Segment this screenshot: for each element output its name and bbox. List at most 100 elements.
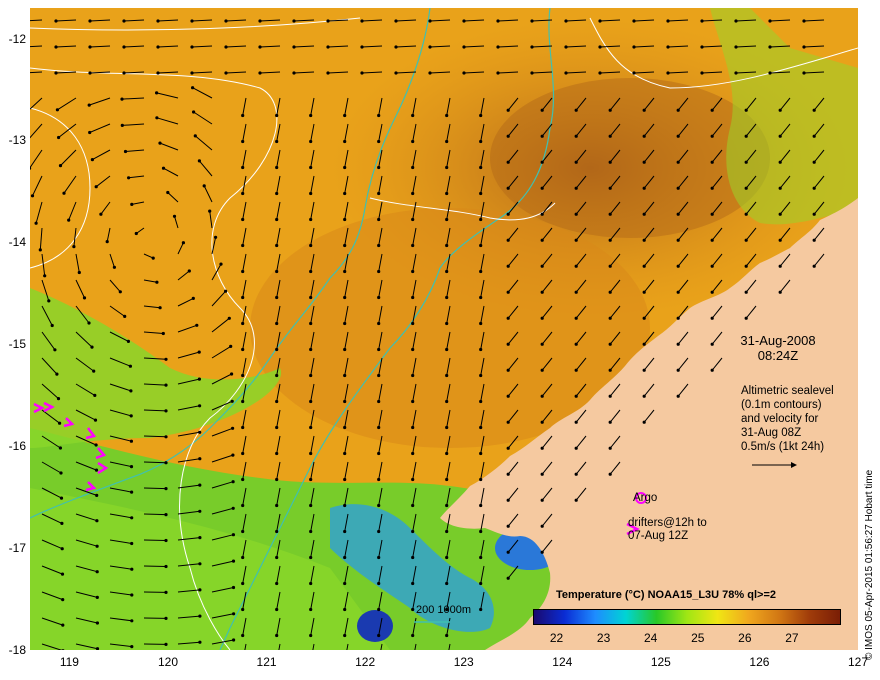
- velocity-arrow-head: [768, 45, 772, 49]
- velocity-arrow-head: [377, 581, 381, 586]
- sst-map: [30, 8, 858, 650]
- velocity-arrow-head: [632, 45, 636, 49]
- velocity-arrow-head: [574, 368, 578, 372]
- velocity-arrow-head: [231, 426, 235, 430]
- velocity-arrow-head: [309, 607, 313, 612]
- velocity-arrow-head: [778, 134, 782, 138]
- velocity-arrow-head: [411, 269, 415, 274]
- velocity-arrow-head: [479, 451, 483, 456]
- velocity-arrow-head: [642, 264, 646, 268]
- velocity-arrow-head: [95, 595, 99, 600]
- velocity-arrow-head: [158, 141, 162, 145]
- velocity-arrow-head: [608, 186, 612, 190]
- velocity-arrow-head: [56, 397, 61, 401]
- info-line: 0.5m/s (1kt 24h): [741, 441, 825, 453]
- cold-water-corner: [357, 610, 393, 642]
- velocity-arrow-head: [676, 290, 680, 294]
- velocity-arrow-head: [540, 238, 544, 242]
- velocity-arrow-head: [61, 623, 65, 627]
- velocity-arrow-head: [197, 159, 201, 163]
- latitude-tick: -13: [8, 133, 26, 148]
- velocity-arrow-head: [598, 45, 602, 49]
- velocity-arrow-head: [506, 134, 510, 138]
- velocity-arrow-head: [642, 368, 646, 372]
- velocity-arrow-head: [506, 524, 510, 528]
- velocity-arrow-head: [309, 399, 313, 404]
- velocity-arrow-head: [608, 264, 612, 268]
- velocity-arrow-head: [87, 321, 91, 325]
- velocity-arrow-head: [309, 555, 313, 560]
- velocity-arrow-head: [574, 238, 578, 242]
- velocity-arrow-head: [67, 218, 71, 222]
- velocity-arrow-head: [130, 567, 134, 571]
- colorbar-tick: 25: [691, 631, 705, 645]
- velocity-arrow-head: [812, 264, 816, 268]
- velocity-arrow-head: [241, 191, 245, 196]
- velocity-arrow-head: [676, 394, 680, 398]
- velocity-arrow-head: [540, 550, 544, 554]
- info-line: 31-Aug 08Z: [741, 427, 802, 439]
- velocity-arrow-head: [445, 633, 449, 638]
- velocity-arrow-head: [87, 103, 91, 107]
- velocity-arrow-head: [224, 289, 228, 293]
- velocity-arrow-head: [540, 160, 544, 164]
- velocity-arrow-head: [195, 323, 199, 327]
- velocity-arrow-head: [377, 191, 381, 196]
- velocity-arrow-head: [38, 248, 42, 252]
- colorbar-title: Temperature (°C) NOAA15_L3U 78% ql>=2: [556, 589, 776, 601]
- velocity-arrow-head: [479, 347, 483, 352]
- velocity-arrow-head: [411, 399, 415, 404]
- velocity-arrow-head: [744, 186, 748, 190]
- velocity-arrow: [143, 461, 167, 464]
- velocity-arrow-head: [88, 71, 92, 75]
- velocity-arrow-head: [275, 373, 279, 378]
- velocity-arrow-head: [258, 19, 262, 23]
- velocity-arrow-head: [275, 217, 279, 222]
- velocity-arrow-head: [95, 493, 99, 497]
- velocity-arrow-head: [309, 477, 313, 482]
- velocity-arrow-head: [642, 342, 646, 346]
- info-line: Altimetric sealevel: [741, 385, 834, 397]
- copyright-text: © IMOS 05-Apr-2015 01:56:27 Hobart time: [864, 469, 875, 660]
- map-area[interactable]: [30, 8, 858, 650]
- velocity-arrow-head: [445, 113, 449, 118]
- velocity-arrow-head: [94, 443, 98, 447]
- velocity-arrow-head: [343, 321, 347, 326]
- velocity-arrow-head: [506, 160, 510, 164]
- velocity-arrow-head: [126, 339, 130, 343]
- velocity-arrow-head: [411, 607, 415, 612]
- velocity-arrow-head: [744, 108, 748, 112]
- velocity-arrow-head: [676, 342, 680, 346]
- velocity-arrow-head: [411, 191, 415, 196]
- velocity-arrow-head: [377, 217, 381, 222]
- velocity-arrow-head: [164, 590, 168, 595]
- velocity-arrow-head: [198, 640, 202, 644]
- velocity-arrow-head: [479, 165, 483, 170]
- velocity-arrow-head: [343, 191, 347, 196]
- velocity-arrow-head: [411, 451, 415, 456]
- velocity-arrow-head: [445, 217, 449, 222]
- velocity-arrow-head: [190, 19, 194, 23]
- longitude-tick: 122: [355, 655, 376, 669]
- velocity-arrow-head: [214, 235, 218, 239]
- velocity-arrow-head: [231, 533, 235, 537]
- velocity-arrow-head: [309, 295, 313, 300]
- velocity-arrow-head: [122, 45, 126, 49]
- velocity-arrow-head: [445, 477, 449, 482]
- velocity-arrow-head: [241, 139, 245, 144]
- velocity-arrow-head: [506, 186, 510, 190]
- velocity-arrow-head: [540, 342, 544, 346]
- velocity-arrow-head: [411, 347, 415, 352]
- velocity-arrow-head: [95, 544, 99, 548]
- velocity-arrow-head: [598, 71, 602, 75]
- velocity-arrow-head: [479, 243, 483, 248]
- velocity-arrow-head: [676, 264, 680, 268]
- velocity-arrow-head: [496, 19, 500, 23]
- info-line: (0.1m contours): [741, 399, 822, 411]
- velocity-arrow-head: [540, 498, 544, 502]
- velocity-arrow-head: [411, 633, 415, 638]
- velocity-arrow-head: [445, 373, 449, 378]
- velocity-arrow-head: [224, 45, 228, 49]
- velocity-arrow-head: [120, 123, 124, 127]
- velocity-arrow-head: [479, 191, 483, 196]
